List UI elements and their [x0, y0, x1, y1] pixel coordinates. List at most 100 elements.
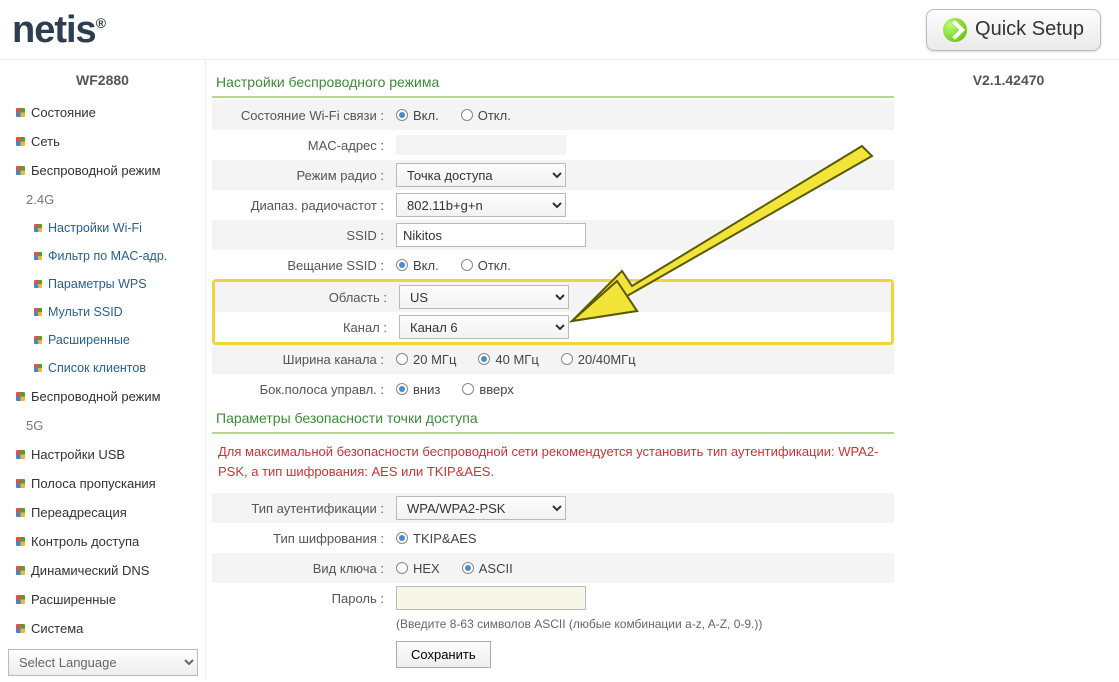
- bullet-icon: [16, 479, 25, 488]
- enc-tkipaes[interactable]: TKIP&AES: [396, 531, 477, 546]
- ssid-input[interactable]: [396, 223, 586, 247]
- key-label: Вид ключа :: [212, 561, 392, 576]
- right-column: V2.1.42470: [906, 60, 1111, 679]
- bullet-icon: [16, 595, 25, 604]
- bullet-icon: [16, 624, 25, 633]
- enc-label: Тип шифрования :: [212, 531, 392, 546]
- divider: [212, 96, 894, 98]
- radio-icon: [462, 383, 474, 395]
- security-note: Для максимальной безопасности беспроводн…: [212, 436, 894, 493]
- nav-24g-label: 2.4G: [0, 185, 205, 214]
- wifi-state-on[interactable]: Вкл.: [396, 108, 439, 123]
- wifi-state-label: Состояние Wi-Fi связи :: [212, 108, 392, 123]
- radio-mode-label: Режим радио :: [212, 168, 392, 183]
- sb-up[interactable]: вверх: [462, 382, 513, 397]
- bullet-icon: [34, 224, 42, 232]
- nav-usb[interactable]: Настройки USB: [0, 440, 205, 469]
- radio-icon: [561, 353, 573, 365]
- ssid-bcast-off[interactable]: Откл.: [461, 258, 511, 273]
- mac-value: [396, 135, 566, 155]
- radio-icon: [461, 259, 473, 271]
- nav-mac-filter[interactable]: Фильтр по MAC-адр.: [0, 242, 205, 270]
- nav-network[interactable]: Сеть: [0, 127, 205, 156]
- bullet-icon: [16, 392, 25, 401]
- security-section-title: Параметры безопасности точки доступа: [212, 404, 894, 432]
- password-input[interactable]: [396, 586, 586, 610]
- region-label: Область :: [215, 290, 395, 305]
- bullet-icon: [16, 108, 25, 117]
- radio-icon: [396, 259, 408, 271]
- language-select[interactable]: Select Language: [8, 649, 198, 676]
- ssid-bcast-label: Вещание SSID :: [212, 258, 392, 273]
- radio-mode-select[interactable]: Точка доступа: [396, 163, 566, 187]
- radio-icon: [396, 109, 408, 121]
- bullet-icon: [34, 252, 42, 260]
- divider: [212, 432, 894, 434]
- password-hint: (Введите 8-63 символов ASCII (любые комб…: [212, 613, 894, 631]
- radio-icon: [396, 562, 408, 574]
- bullet-icon: [16, 137, 25, 146]
- bullet-icon: [16, 508, 25, 517]
- cw-40[interactable]: 40 МГц: [478, 352, 538, 367]
- bullet-icon: [34, 364, 42, 372]
- nav-multi-ssid[interactable]: Мульти SSID: [0, 298, 205, 326]
- nav-advanced-sub[interactable]: Расширенные: [0, 326, 205, 354]
- nav-access[interactable]: Контроль доступа: [0, 527, 205, 556]
- highlight-box: Область : US Канал : Канал 6: [212, 279, 894, 345]
- nav-menu: Состояние Сеть Беспроводной режим 2.4G Н…: [0, 98, 205, 643]
- quick-setup-label: Quick Setup: [975, 18, 1084, 41]
- nav-forwarding[interactable]: Переадресация: [0, 498, 205, 527]
- bullet-icon: [16, 537, 25, 546]
- save-button[interactable]: Сохранить: [396, 641, 491, 668]
- sideband-label: Бок.полоса управл. :: [212, 382, 392, 397]
- nav-wps[interactable]: Параметры WPS: [0, 270, 205, 298]
- pass-label: Пароль :: [212, 591, 392, 606]
- sb-down[interactable]: вниз: [396, 382, 440, 397]
- main-content: Настройки беспроводного режима Состояние…: [206, 60, 906, 679]
- wifi-state-off[interactable]: Откл.: [461, 108, 511, 123]
- bullet-icon: [16, 450, 25, 459]
- wifi-section-title: Настройки беспроводного режима: [212, 68, 894, 96]
- cw-20[interactable]: 20 МГц: [396, 352, 456, 367]
- key-hex[interactable]: HEX: [396, 561, 440, 576]
- channel-label: Канал :: [215, 320, 395, 335]
- nav-status[interactable]: Состояние: [0, 98, 205, 127]
- header: netis® Quick Setup: [0, 0, 1119, 60]
- cw-2040[interactable]: 20/40МГц: [561, 352, 636, 367]
- radio-icon: [461, 109, 473, 121]
- radio-icon: [396, 353, 408, 365]
- nav-advanced[interactable]: Расширенные: [0, 585, 205, 614]
- band-select[interactable]: 802.11b+g+n: [396, 193, 566, 217]
- ssid-bcast-on[interactable]: Вкл.: [396, 258, 439, 273]
- quick-setup-button[interactable]: Quick Setup: [926, 9, 1101, 51]
- nav-wifi-settings[interactable]: Настройки Wi-Fi: [0, 214, 205, 242]
- band-label: Диапаз. радиочастот :: [212, 198, 392, 213]
- bullet-icon: [34, 308, 42, 316]
- cw-label: Ширина канала :: [212, 352, 392, 367]
- mac-label: MAC-адрес :: [212, 138, 392, 153]
- nav-clients[interactable]: Список клиентов: [0, 354, 205, 382]
- logo: netis®: [12, 8, 105, 52]
- nav-system[interactable]: Система: [0, 614, 205, 643]
- radio-icon: [396, 383, 408, 395]
- radio-icon: [396, 532, 408, 544]
- nav-bandwidth[interactable]: Полоса пропускания: [0, 469, 205, 498]
- auth-label: Тип аутентификации :: [212, 501, 392, 516]
- bullet-icon: [34, 336, 42, 344]
- region-select[interactable]: US: [399, 285, 569, 309]
- nav-5g-label: 5G: [0, 411, 205, 440]
- nav-wireless[interactable]: Беспроводной режим: [0, 156, 205, 185]
- nav-ddns[interactable]: Динамический DNS: [0, 556, 205, 585]
- ssid-label: SSID :: [212, 228, 392, 243]
- channel-select[interactable]: Канал 6: [399, 315, 569, 339]
- radio-icon: [478, 353, 490, 365]
- auth-select[interactable]: WPA/WPA2-PSK: [396, 496, 566, 520]
- firmware-version: V2.1.42470: [916, 72, 1101, 88]
- nav-wireless-5g[interactable]: Беспроводной режим: [0, 382, 205, 411]
- model-label: WF2880: [0, 60, 205, 98]
- bullet-icon: [34, 280, 42, 288]
- bullet-icon: [16, 566, 25, 575]
- quick-setup-icon: [943, 18, 967, 42]
- key-ascii[interactable]: ASCII: [462, 561, 513, 576]
- sidebar: WF2880 Состояние Сеть Беспроводной режим…: [0, 60, 206, 679]
